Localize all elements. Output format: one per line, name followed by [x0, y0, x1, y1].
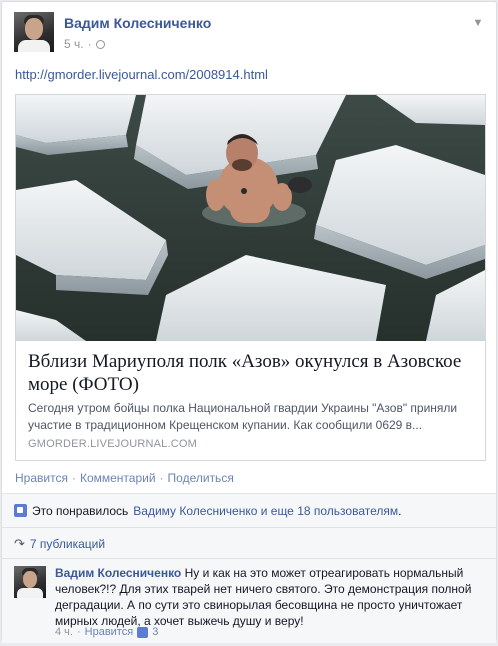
- author-name[interactable]: Вадим Колесниченко: [64, 15, 211, 31]
- preview-photo-graphic: [16, 95, 485, 341]
- avatar-face: [25, 18, 43, 40]
- author-avatar[interactable]: [14, 12, 54, 52]
- likes-suffix: .: [398, 503, 402, 518]
- preview-photo[interactable]: [16, 95, 485, 341]
- comment-button[interactable]: Комментарий: [80, 471, 156, 485]
- actions-separator: ·: [159, 471, 164, 485]
- actions-separator: ·: [71, 471, 76, 485]
- preview-title[interactable]: Вблизи Мариуполя полк «Азов» окунулся в …: [28, 350, 473, 396]
- post-meta: 5 ч. ·: [64, 37, 105, 51]
- comment-like-count[interactable]: 3: [152, 626, 158, 638]
- commenter-name[interactable]: Вадим Колесниченко: [55, 566, 181, 580]
- post-time[interactable]: 5 ч.: [64, 37, 84, 51]
- comment-time[interactable]: 4 ч.: [55, 626, 73, 638]
- post-actions: Нравится · Комментарий · Поделиться: [15, 471, 234, 485]
- shares-summary[interactable]: ↷ 7 публикаций: [2, 529, 496, 559]
- share-arrow-icon: ↷: [14, 535, 25, 551]
- avatar-face: [23, 571, 37, 588]
- shares-count[interactable]: 7 публикаций: [30, 537, 105, 551]
- preview-domain: GMORDER.LIVEJOURNAL.COM: [28, 438, 198, 450]
- post-footer: Это понравилось Вадиму Колесниченко и ещ…: [2, 493, 496, 643]
- comment-meta-separator: ·: [76, 626, 81, 638]
- meta-separator: ·: [87, 37, 92, 51]
- shared-link-preview[interactable]: Вблизи Мариуполя полк «Азов» окунулся в …: [15, 94, 486, 461]
- likes-summary: Это понравилось Вадиму Колесниченко и ещ…: [2, 494, 496, 528]
- post-link[interactable]: http://gmorder.livejournal.com/2008914.h…: [15, 67, 268, 82]
- comment-body: Вадим Колесниченко Ну и как на это может…: [55, 565, 485, 629]
- likes-prefix: Это понравилось: [32, 503, 129, 518]
- comment-meta: 4 ч. · Нравится 3: [55, 626, 158, 638]
- comment-like-button[interactable]: Нравится: [85, 626, 134, 638]
- share-button[interactable]: Поделиться: [168, 471, 234, 485]
- post-header: Вадим Колесниченко 5 ч. · ▼: [14, 12, 486, 56]
- post-card: Вадим Колесниченко 5 ч. · ▼ http://gmord…: [1, 1, 497, 643]
- thumbs-up-icon: [14, 504, 27, 517]
- likes-names-link[interactable]: Вадиму Колесниченко и еще 18 пользовател…: [133, 504, 398, 518]
- like-button[interactable]: Нравится: [15, 471, 68, 485]
- commenter-avatar[interactable]: [14, 566, 46, 598]
- avatar-shirt: [17, 588, 43, 598]
- comment-item: Вадим Колесниченко Ну и как на это может…: [14, 566, 486, 646]
- avatar-shirt: [18, 40, 50, 52]
- preview-description: Сегодня утром бойцы полка Национальной г…: [28, 401, 458, 432]
- chevron-down-icon[interactable]: ▼: [472, 18, 484, 29]
- thumbs-up-icon: [137, 626, 149, 638]
- globe-icon: [95, 39, 105, 49]
